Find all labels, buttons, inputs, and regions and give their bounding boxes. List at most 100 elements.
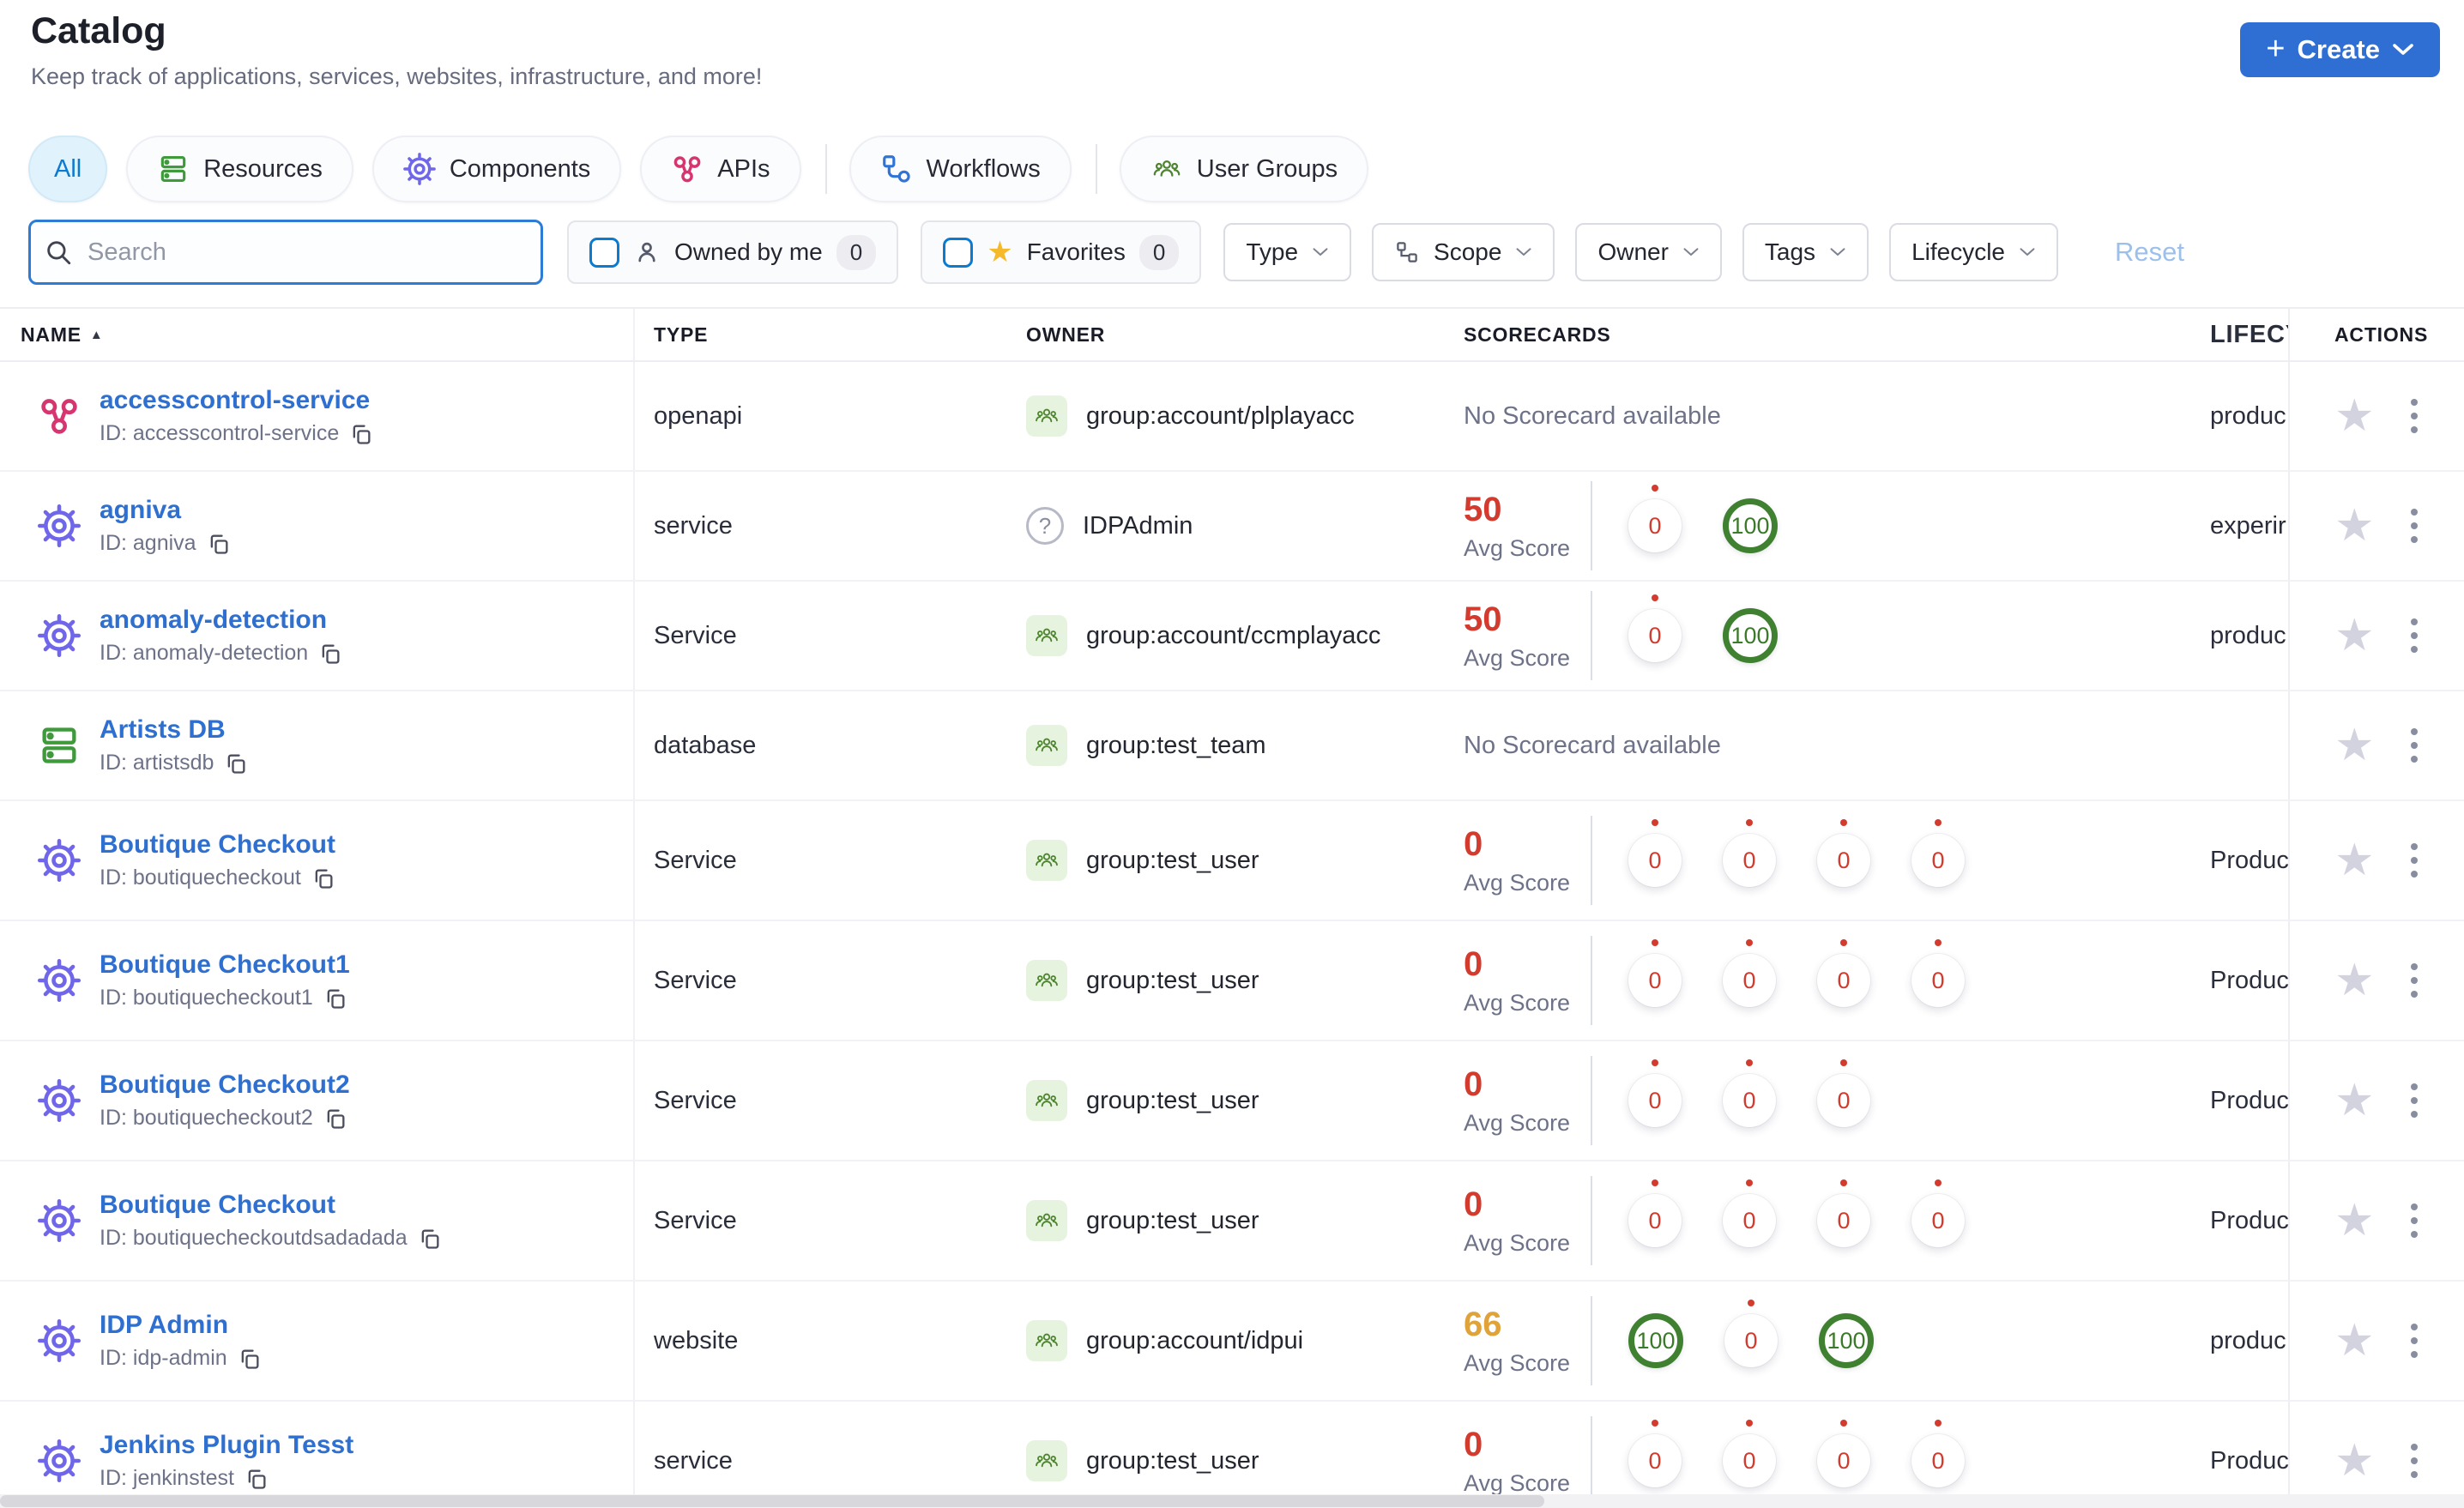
favorite-star-button[interactable]: ★	[2334, 394, 2375, 438]
kebab-menu-button[interactable]	[2406, 838, 2423, 883]
entity-name-link[interactable]: Boutique Checkout2	[100, 1071, 350, 1100]
entity-name-link[interactable]: Boutique Checkout	[100, 830, 335, 860]
copy-id-button[interactable]	[323, 1107, 347, 1131]
favorites-checkbox[interactable]	[943, 237, 974, 268]
copy-id-button[interactable]	[318, 642, 342, 666]
column-header-name[interactable]: NAME ▲	[0, 309, 635, 360]
kebab-menu-button[interactable]	[2406, 958, 2423, 1003]
favorite-star-button[interactable]: ★	[2334, 504, 2375, 548]
scorecard-summary: 0 Avg Score 0000	[1464, 936, 1965, 1025]
owner-cell: group:test_user	[1016, 801, 1464, 920]
owned-by-me-filter[interactable]: Owned by me 0	[567, 220, 899, 284]
kebab-menu-button[interactable]	[2406, 1078, 2423, 1123]
entity-name-link[interactable]: Artists DB	[100, 715, 248, 745]
type-dropdown[interactable]: Type	[1223, 223, 1352, 281]
tab-resources[interactable]: Resources	[126, 136, 353, 202]
type-cell: website	[654, 1326, 739, 1354]
table-header-row: NAME ▲ TYPE OWNER SCORECARDS LIFECYC ACT…	[0, 307, 2464, 362]
search-input[interactable]	[28, 220, 543, 285]
tags-dropdown[interactable]: Tags	[1742, 223, 1869, 281]
scorecard-divider	[1591, 1416, 1592, 1505]
gear-icon	[37, 1318, 82, 1363]
favorite-star-button[interactable]: ★	[2334, 613, 2375, 658]
catalog-page: Catalog Keep track of applications, serv…	[0, 0, 2464, 1508]
chevron-down-icon	[1683, 248, 1699, 256]
group-icon	[1036, 628, 1058, 642]
entity-name-link[interactable]: Jenkins Plugin Tesst	[100, 1431, 353, 1460]
owner-label: IDPAdmin	[1083, 511, 1193, 540]
owned-by-me-label: Owned by me	[674, 238, 823, 265]
reset-filters-link[interactable]: Reset	[2115, 237, 2184, 268]
entity-name-link[interactable]: Boutique Checkout	[100, 1191, 442, 1220]
entity-name-link[interactable]: IDP Admin	[100, 1311, 262, 1340]
kebab-menu-button[interactable]	[2406, 504, 2423, 548]
horizontal-scrollbar[interactable]	[0, 1494, 2464, 1508]
copy-id-button[interactable]	[311, 866, 335, 890]
tab-apis[interactable]: APIs	[640, 136, 801, 202]
copy-id-button[interactable]	[224, 751, 248, 775]
tab-workflows[interactable]: Workflows	[849, 136, 1072, 202]
owner-cell: group:test_user	[1016, 1041, 1464, 1160]
tab-components[interactable]: Components	[371, 136, 622, 202]
entity-name-link[interactable]: accesscontrol-service	[100, 386, 373, 415]
favorite-star-button[interactable]: ★	[2334, 1198, 2375, 1243]
favorite-star-button[interactable]: ★	[2334, 1439, 2375, 1483]
favorite-star-button[interactable]: ★	[2334, 958, 2375, 1003]
kebab-menu-button[interactable]	[2406, 394, 2423, 438]
copy-id-button[interactable]	[323, 986, 347, 1010]
entity-name-link[interactable]: anomaly-detection	[100, 606, 342, 635]
owned-by-me-count: 0	[836, 234, 877, 270]
copy-id-button[interactable]	[349, 422, 373, 446]
owner-cell: group:test_user	[1016, 1161, 1464, 1280]
scope-dropdown[interactable]: Scope	[1372, 223, 1555, 281]
lifecycle-dropdown[interactable]: Lifecycle	[1889, 223, 2058, 281]
entity-id-label: ID: accesscontrol-service	[100, 421, 340, 445]
sort-ascending-icon: ▲	[89, 327, 104, 342]
favorite-star-button[interactable]: ★	[2334, 723, 2375, 768]
copy-id-button[interactable]	[207, 532, 231, 556]
favorites-filter[interactable]: ★ Favorites 0	[921, 220, 1202, 284]
tab-user-groups-label: User Groups	[1196, 154, 1338, 183]
scorecard-badge-fail: 0	[1817, 954, 1870, 1007]
favorite-star-button[interactable]: ★	[2334, 1318, 2375, 1363]
tab-user-groups[interactable]: User Groups	[1119, 136, 1369, 202]
scorecards-cell: 0 Avg Score 0000	[1464, 1161, 2210, 1280]
create-button[interactable]: + Create	[2240, 22, 2440, 77]
entity-id-label: ID: boutiquecheckout1	[100, 986, 313, 1010]
table-row: Boutique Checkout ID: boutiquecheckoutds…	[0, 1161, 2464, 1282]
scorecard-badge-pass: 100	[1723, 608, 1778, 663]
name-cell: anomaly-detection ID: anomaly-detection	[0, 582, 635, 690]
owner-cell: group:account/ccmplayacc	[1016, 582, 1464, 690]
owner-dropdown[interactable]: Owner	[1575, 223, 1722, 281]
user-groups-icon	[1153, 160, 1181, 177]
kebab-menu-button[interactable]	[2406, 1318, 2423, 1363]
favorite-star-button[interactable]: ★	[2334, 838, 2375, 883]
kebab-menu-button[interactable]	[2406, 1198, 2423, 1243]
scorecard-badge-fail: 0	[1628, 834, 1682, 887]
copy-id-button[interactable]	[418, 1227, 442, 1251]
kebab-menu-button[interactable]	[2406, 613, 2423, 658]
scorecard-badge-fail: 0	[1911, 954, 1965, 1007]
actions-cell: ★	[2288, 1161, 2464, 1280]
tab-all[interactable]: All	[28, 136, 108, 202]
person-icon	[638, 242, 655, 262]
kebab-menu-button[interactable]	[2406, 723, 2423, 768]
name-cell: accesscontrol-service ID: accesscontrol-…	[0, 362, 635, 470]
copy-id-button[interactable]	[245, 1467, 269, 1491]
scorecards-cell: 0 Avg Score 0000	[1464, 1402, 2210, 1508]
copy-id-button[interactable]	[238, 1347, 262, 1371]
name-cell: Boutique Checkout ID: boutiquecheckoutds…	[0, 1161, 635, 1280]
horizontal-scrollbar-thumb[interactable]	[0, 1495, 1544, 1507]
entity-name-link[interactable]: Boutique Checkout1	[100, 950, 350, 980]
search-icon	[47, 241, 71, 265]
name-cell: Boutique Checkout1 ID: boutiquecheckout1	[0, 921, 635, 1040]
scope-dropdown-label: Scope	[1434, 238, 1502, 265]
group-icon	[1036, 1093, 1058, 1107]
scorecard-summary: 50 Avg Score 0 100	[1464, 591, 1778, 680]
scorecards-cell: 50 Avg Score 0 100	[1464, 472, 2210, 580]
favorite-star-button[interactable]: ★	[2334, 1078, 2375, 1123]
kebab-menu-button[interactable]	[2406, 1439, 2423, 1483]
scorecard-badge-fail: 0	[1817, 1194, 1870, 1247]
entity-name-link[interactable]: agniva	[100, 496, 231, 525]
owned-by-me-checkbox[interactable]	[589, 237, 619, 268]
